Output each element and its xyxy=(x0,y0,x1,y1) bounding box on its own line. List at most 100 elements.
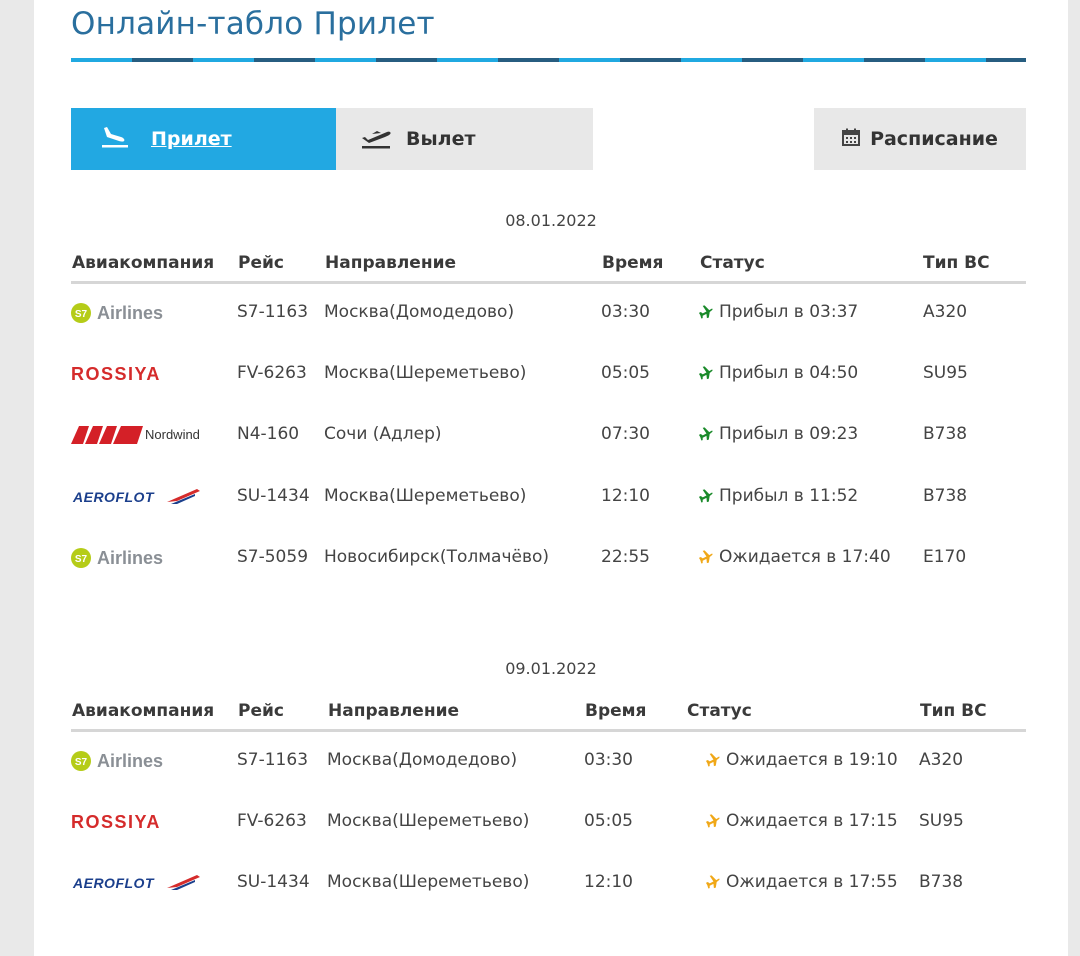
table-row[interactable]: ROSSIYA FV-6263 Москва(Шереметьево) 05:05 … xyxy=(71,354,1026,394)
cell-time: 05:05 xyxy=(601,363,650,384)
column-header-time: Время xyxy=(585,701,647,721)
tab-arrival-label: Прилет xyxy=(151,128,232,150)
svg-text:S7: S7 xyxy=(75,554,88,565)
airline-logo: ROSSIYA xyxy=(71,354,207,394)
table-header: Авиакомпания Рейс Направление Время Статус Ти… xyxy=(71,253,1026,284)
table-row[interactable]: S7 Airlines S7-5059 Новосибирск(Толмачёво… xyxy=(71,538,1026,578)
column-header-airline: Авиакомпания xyxy=(72,701,215,721)
column-header-flight: Рейс xyxy=(238,701,284,721)
cell-flight: S7-5059 xyxy=(237,546,309,567)
table-row[interactable]: S7 Airlines S7-1163 Москва(Домодедово) 03:… xyxy=(71,293,1026,333)
tab-arrival[interactable]: Прилет xyxy=(71,108,336,170)
title-divider xyxy=(71,58,1026,62)
cell-direction: Москва(Шереметьево) xyxy=(324,485,527,506)
column-header-status: Статус xyxy=(700,253,765,273)
airline-logo: S7 Airlines xyxy=(71,293,171,333)
status-text: Ожидается в 19:10 xyxy=(726,750,898,770)
cell-time: 12:10 xyxy=(601,485,650,506)
svg-text:ROSSIYA: ROSSIYA xyxy=(71,364,161,384)
status-text: Прибыл в 03:37 xyxy=(719,302,859,322)
column-header-aircraft: Тип ВС xyxy=(923,253,990,273)
cell-direction: Москва(Домодедово) xyxy=(324,302,515,322)
cell-time: 03:30 xyxy=(584,750,633,770)
cell-direction: Новосибирск(Толмачёво) xyxy=(324,546,550,567)
column-header-aircraft: Тип ВС xyxy=(920,701,987,721)
airline-logo: S7 Airlines xyxy=(71,741,171,781)
cell-time: 12:10 xyxy=(584,872,633,892)
cell-aircraft: B738 xyxy=(919,872,964,892)
cell-flight: S7-1163 xyxy=(237,750,309,770)
cell-aircraft: SU95 xyxy=(923,363,968,384)
airline-logo: ROSSIYA xyxy=(71,802,207,842)
date-heading: 09.01.2022 xyxy=(505,659,597,678)
cell-status: Прибыл в 03:37 xyxy=(698,302,858,324)
svg-text:AEROFLOT: AEROFLOT xyxy=(72,875,155,891)
cell-aircraft: A320 xyxy=(919,750,964,770)
svg-text:Airlines: Airlines xyxy=(97,548,163,568)
cell-time: 05:05 xyxy=(584,811,633,831)
tab-departure-label: Вылет xyxy=(406,128,476,150)
svg-text:Nordwind: Nordwind xyxy=(145,427,200,442)
column-header-direction: Направление xyxy=(325,253,457,273)
cell-direction: Москва(Домодедово) xyxy=(327,750,518,770)
status-text: Ожидается в 17:40 xyxy=(719,546,891,567)
airline-logo: AEROFLOT xyxy=(71,477,203,517)
status-text: Прибыл в 09:23 xyxy=(719,424,859,445)
cell-status: Прибыл в 04:50 xyxy=(698,363,858,385)
cell-aircraft: SU95 xyxy=(919,811,964,831)
cell-direction: Москва(Шереметьево) xyxy=(324,363,527,384)
table-row[interactable]: AEROFLOT SU-1434 Москва(Шереметьево) 12:10… xyxy=(71,863,1026,903)
airline-logo: S7 Airlines xyxy=(71,538,171,578)
cell-status: Ожидается в 19:10 xyxy=(705,750,898,772)
table-row[interactable]: AEROFLOT SU-1434 Москва(Шереметьево) 12:10… xyxy=(71,477,1026,517)
svg-text:AEROFLOT: AEROFLOT xyxy=(72,489,155,505)
status-plane-icon xyxy=(705,813,720,833)
status-plane-icon xyxy=(698,549,713,569)
page-title: Онлайн-табло Прилет xyxy=(71,6,435,42)
column-header-time: Время xyxy=(602,253,664,273)
status-plane-icon xyxy=(698,365,713,385)
departure-plane-icon xyxy=(360,124,392,155)
cell-time: 22:55 xyxy=(601,546,650,567)
cell-status: Прибыл в 11:52 xyxy=(698,486,858,508)
column-header-airline: Авиакомпания xyxy=(72,253,215,273)
cell-direction: Сочи (Адлер) xyxy=(324,424,442,445)
airline-logo: AEROFLOT xyxy=(71,863,203,903)
date-heading: 08.01.2022 xyxy=(505,211,597,230)
cell-flight: FV-6263 xyxy=(237,811,307,831)
table-header: Авиакомпания Рейс Направление Время Статус Ти… xyxy=(71,701,1026,732)
status-plane-icon xyxy=(698,488,713,508)
cell-status: Ожидается в 17:15 xyxy=(705,811,898,833)
svg-text:Airlines: Airlines xyxy=(97,303,163,323)
column-header-flight: Рейс xyxy=(238,253,284,273)
cell-flight: SU-1434 xyxy=(237,872,310,892)
cell-direction: Москва(Шереметьево) xyxy=(327,811,530,831)
cell-direction: Москва(Шереметьево) xyxy=(327,872,530,892)
cell-status: Ожидается в 17:40 xyxy=(698,547,891,569)
arrival-plane-icon xyxy=(101,124,129,155)
status-plane-icon xyxy=(705,752,720,772)
svg-text:S7: S7 xyxy=(75,309,88,320)
status-plane-icon xyxy=(705,874,720,894)
cell-aircraft: B738 xyxy=(923,485,968,506)
status-text: Прибыл в 11:52 xyxy=(719,485,859,506)
svg-text:ROSSIYA: ROSSIYA xyxy=(71,812,161,832)
status-plane-icon xyxy=(698,304,713,324)
status-text: Ожидается в 17:15 xyxy=(726,811,898,831)
page-container: Онлайн-табло Прилет Прилет Вылет Расписа… xyxy=(34,0,1068,956)
table-row[interactable]: Nordwind N4-160 Сочи (Адлер) 07:30 Прибыл … xyxy=(71,415,1026,455)
table-row[interactable]: ROSSIYA FV-6263 Москва(Шереметьево) 05:05 … xyxy=(71,802,1026,842)
status-plane-icon xyxy=(698,426,713,446)
direction-tabs: Прилет Вылет xyxy=(71,108,593,170)
cell-aircraft: A320 xyxy=(923,302,968,322)
tab-departure[interactable]: Вылет xyxy=(336,108,593,170)
cell-flight: SU-1434 xyxy=(237,485,310,506)
cell-status: Ожидается в 17:55 xyxy=(705,872,898,894)
schedule-button[interactable]: Расписание xyxy=(814,108,1026,170)
table-row[interactable]: S7 Airlines S7-1163 Москва(Домодедово) 03:… xyxy=(71,741,1026,781)
svg-text:S7: S7 xyxy=(75,757,88,768)
cell-flight: N4-160 xyxy=(237,424,300,445)
cell-time: 03:30 xyxy=(601,302,650,322)
status-text: Ожидается в 17:55 xyxy=(726,872,898,892)
cell-flight: FV-6263 xyxy=(237,363,307,384)
